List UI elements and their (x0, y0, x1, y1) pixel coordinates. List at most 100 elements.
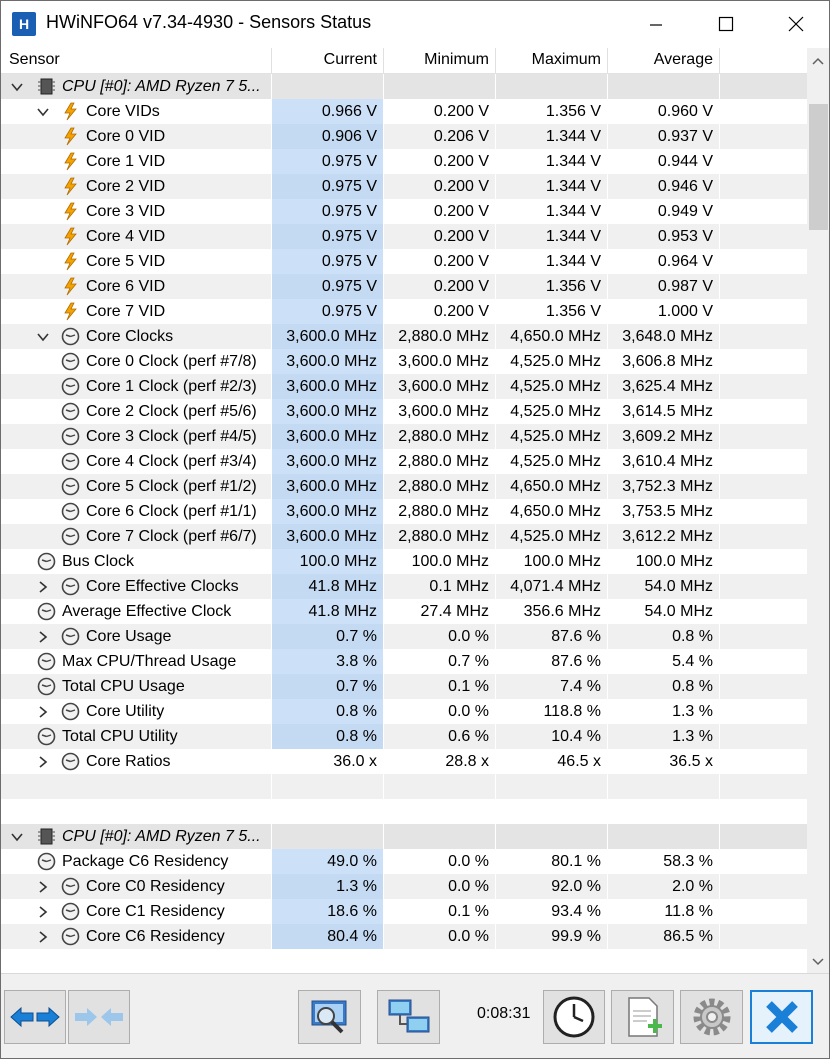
sensor-row[interactable]: Max CPU/Thread Usage 3.8 % 0.7 % 87.6 % 5.4 … (1, 649, 807, 674)
report-add-button[interactable] (611, 990, 674, 1044)
sensor-row[interactable]: Bus Clock 100.0 MHz 100.0 MHz 100.0 MHz 100.… (1, 549, 807, 574)
sensor-row[interactable]: Core 6 VID 0.975 V 0.200 V 1.356 V 0.987 V (1, 274, 807, 299)
sensor-row[interactable]: Core 1 Clock (perf #2/3) 3,600.0 MHz 3,600… (1, 374, 807, 399)
sensor-row[interactable]: Core Effective Clocks 41.8 MHz 0.1 MHz 4,07… (1, 574, 807, 599)
sensor-row[interactable]: Core 1 VID 0.975 V 0.200 V 1.344 V 0.944 V (1, 149, 807, 174)
column-header-minimum[interactable]: Minimum (424, 51, 489, 69)
minimize-button[interactable] (621, 1, 691, 47)
sensor-current-value: 41.8 MHz (271, 574, 383, 599)
sensor-label: Core 1 Clock (perf #2/3) (86, 378, 257, 395)
sensor-maximum-value (495, 824, 607, 849)
sensor-row[interactable]: Core 4 Clock (perf #3/4) 3,600.0 MHz 2,880… (1, 449, 807, 474)
column-header-average[interactable]: Average (654, 51, 713, 69)
sensor-current-value: 3,600.0 MHz (271, 349, 383, 374)
gauge-icon (61, 702, 80, 721)
lightning-bolt-icon (64, 202, 77, 221)
sensor-row[interactable]: Core 5 Clock (perf #1/2) 3,600.0 MHz 2,880… (1, 474, 807, 499)
sensor-name-cell: Core 2 VID (1, 174, 271, 199)
chevron-down-icon[interactable] (11, 81, 23, 93)
clock-button[interactable] (543, 990, 605, 1044)
chevron-down-icon[interactable] (37, 331, 49, 343)
sensor-maximum-value: 1.344 V (545, 253, 601, 270)
gauge-icon (61, 452, 80, 471)
sensor-label: Bus Clock (62, 553, 135, 570)
sensor-group-row[interactable]: CPU [#0]: AMD Ryzen 7 5... (1, 74, 807, 99)
title-bar[interactable]: H HWiNFO64 v7.34-4930 - Sensors Status (1, 1, 829, 47)
chevron-right-icon[interactable] (37, 706, 49, 718)
sensor-maximum-value: 118.8 % (543, 703, 601, 720)
nav-arrows-button[interactable] (4, 990, 66, 1044)
sensor-row[interactable]: Core 7 Clock (perf #6/7) 3,600.0 MHz 2,880… (1, 524, 807, 549)
sensor-row[interactable]: Core 0 Clock (perf #7/8) 3,600.0 MHz 3,600… (1, 349, 807, 374)
sensor-name-cell: Core 5 Clock (perf #1/2) (1, 474, 271, 499)
sensor-maximum-value: 80.1 % (551, 853, 601, 870)
sensor-row[interactable]: Total CPU Utility 0.8 % 0.6 % 10.4 % 1.3 % (1, 724, 807, 749)
nav-arrows-disabled-button[interactable] (68, 990, 130, 1044)
sensor-row[interactable]: Core VIDs 0.966 V 0.200 V 1.356 V 0.960 V (1, 99, 807, 124)
sensor-maximum-value: 93.4 % (551, 903, 601, 920)
sensor-row[interactable]: Core 3 Clock (perf #4/5) 3,600.0 MHz 2,880… (1, 424, 807, 449)
sensor-row[interactable]: Core 4 VID 0.975 V 0.200 V 1.344 V 0.953 V (1, 224, 807, 249)
sensor-row[interactable]: Core Utility 0.8 % 0.0 % 118.8 % 1.3 % (1, 699, 807, 724)
sensor-name-cell: Core 3 Clock (perf #4/5) (1, 424, 271, 449)
column-header-maximum[interactable]: Maximum (532, 51, 601, 69)
close-window-button[interactable] (761, 1, 829, 47)
gauge-icon (61, 402, 80, 421)
column-header-sensor[interactable]: Sensor (9, 51, 60, 69)
sensor-row[interactable]: Package C6 Residency 49.0 % 0.0 % 80.1 % 58.… (1, 849, 807, 874)
chevron-right-icon[interactable] (37, 756, 49, 768)
scroll-down-button[interactable] (807, 951, 829, 973)
chevron-right-icon[interactable] (37, 931, 49, 943)
sensor-group-row[interactable]: CPU [#0]: AMD Ryzen 7 5... (1, 824, 807, 849)
spacer-row (1, 949, 807, 973)
sensor-row[interactable]: Core C1 Residency 18.6 % 0.1 % 93.4 % 11.8 % (1, 899, 807, 924)
sensor-average-value: 2.0 % (672, 878, 713, 895)
chevron-right-icon[interactable] (37, 881, 49, 893)
sensor-row[interactable]: Core 5 VID 0.975 V 0.200 V 1.344 V 0.964 V (1, 249, 807, 274)
network-computers-button[interactable] (377, 990, 440, 1044)
sensor-row[interactable]: Core 2 VID 0.975 V 0.200 V 1.344 V 0.946 V (1, 174, 807, 199)
sensor-row[interactable]: Core 0 VID 0.906 V 0.206 V 1.344 V 0.937 V (1, 124, 807, 149)
sensor-row[interactable]: Core C0 Residency 1.3 % 0.0 % 92.0 % 2.0 % (1, 874, 807, 899)
settings-gear-icon (693, 998, 730, 1036)
sensor-name-cell: Total CPU Utility (1, 724, 271, 749)
close-sensors-button[interactable] (750, 990, 813, 1044)
sensor-label: Core 4 VID (86, 228, 166, 245)
sensor-row[interactable]: Core Usage 0.7 % 0.0 % 87.6 % 0.8 % (1, 624, 807, 649)
sensor-search-button[interactable] (298, 990, 361, 1044)
sensor-name-cell: Core 0 VID (1, 124, 271, 149)
sensor-maximum-value: 87.6 % (551, 628, 601, 645)
sensor-maximum-value: 4,525.0 MHz (510, 453, 601, 470)
lightning-bolt-icon (64, 127, 77, 146)
sensor-average-value: 3,606.8 MHz (622, 353, 713, 370)
chevron-right-icon[interactable] (37, 631, 49, 643)
sensor-row[interactable]: Core 2 Clock (perf #5/6) 3,600.0 MHz 3,600… (1, 399, 807, 424)
column-header-current[interactable]: Current (324, 51, 377, 69)
chevron-down-icon[interactable] (11, 831, 23, 843)
sensor-average-value: 3,614.5 MHz (622, 403, 713, 420)
sensor-row[interactable]: Core 6 Clock (perf #1/1) 3,600.0 MHz 2,880… (1, 499, 807, 524)
chevron-down-icon[interactable] (37, 106, 49, 118)
sensor-maximum-value: 1.356 V (545, 278, 601, 295)
vertical-scrollbar[interactable] (807, 48, 829, 973)
maximize-button[interactable] (691, 1, 761, 47)
sensor-maximum-value: 4,525.0 MHz (510, 378, 601, 395)
sensor-row[interactable]: Core 3 VID 0.975 V 0.200 V 1.344 V 0.949 V (1, 199, 807, 224)
sensor-current-value: 0.975 V (271, 224, 383, 249)
scroll-thumb[interactable] (809, 104, 828, 230)
scroll-up-button[interactable] (807, 50, 829, 72)
settings-button[interactable] (680, 990, 743, 1044)
sensor-minimum-value (383, 74, 495, 99)
sensor-row[interactable]: Average Effective Clock 41.8 MHz 27.4 MHz 3… (1, 599, 807, 624)
sensor-row[interactable]: Core Ratios 36.0 x 28.8 x 46.5 x 36.5 x (1, 749, 807, 774)
sensor-row[interactable]: Core Clocks 3,600.0 MHz 2,880.0 MHz 4,650.0… (1, 324, 807, 349)
chevron-right-icon[interactable] (37, 581, 49, 593)
gauge-icon (61, 877, 80, 896)
chevron-right-icon[interactable] (37, 906, 49, 918)
sensor-row[interactable]: Total CPU Usage 0.7 % 0.1 % 7.4 % 0.8 % (1, 674, 807, 699)
sensor-row[interactable]: Core C6 Residency 80.4 % 0.0 % 99.9 % 86.5 % (1, 924, 807, 949)
sensor-row[interactable]: Core 7 VID 0.975 V 0.200 V 1.356 V 1.000 V (1, 299, 807, 324)
sensor-name-cell: Average Effective Clock (1, 599, 271, 624)
gauge-icon (37, 677, 56, 696)
sensor-label: CPU [#0]: AMD Ryzen 7 5... (62, 828, 261, 845)
